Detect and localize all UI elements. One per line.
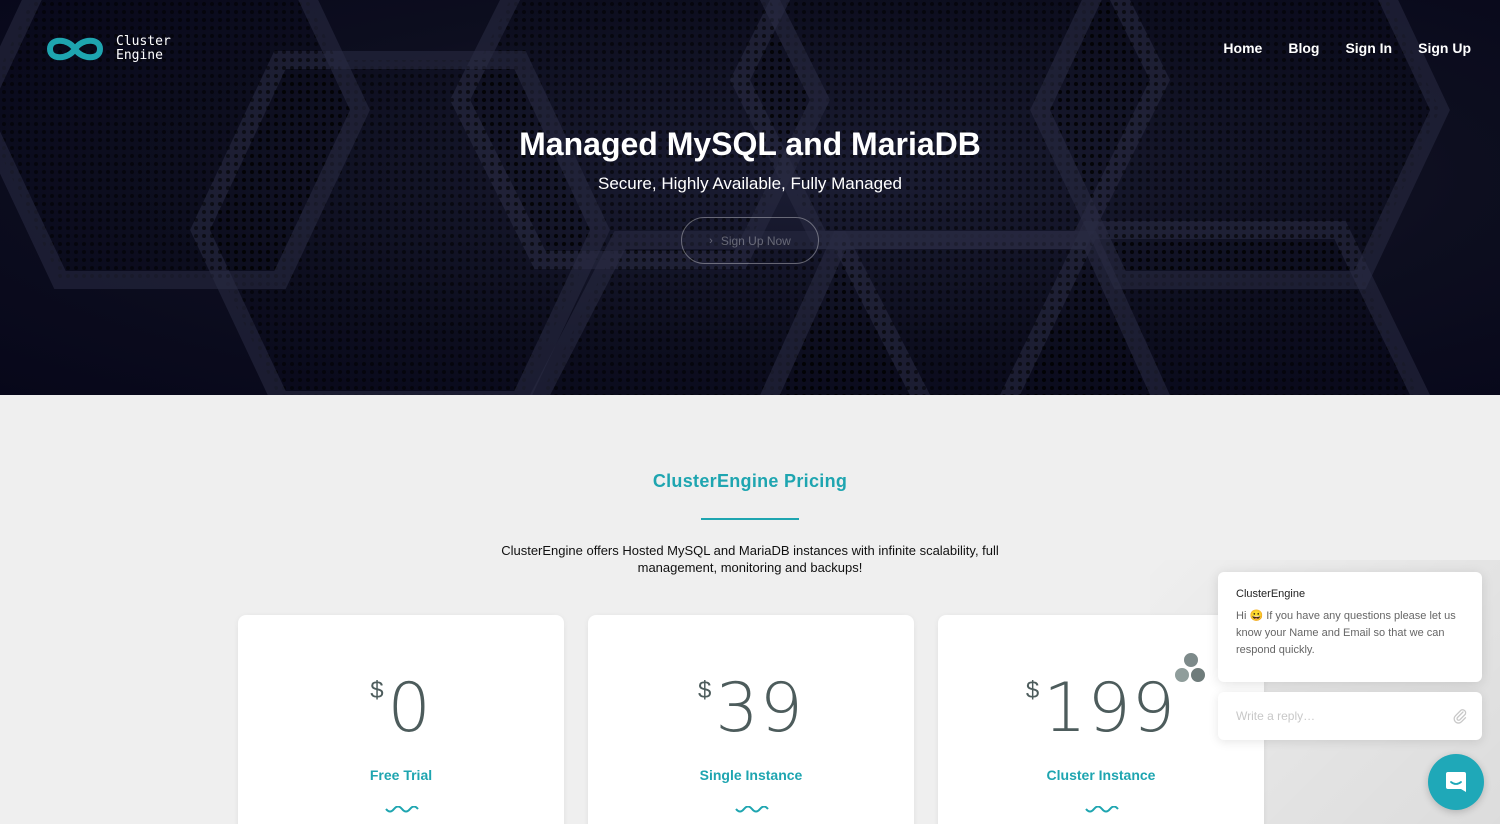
price: $ 0 <box>238 675 564 743</box>
sign-up-now-label: Sign Up Now <box>720 233 791 248</box>
pricing-title: ClusterEngine Pricing <box>652 471 848 491</box>
nav-sign-up-link[interactable]: Sign Up <box>1418 40 1471 56</box>
avatar <box>1190 667 1206 683</box>
avatar <box>1174 667 1190 683</box>
sign-up-now-button[interactable]: › Sign Up Now <box>681 217 819 264</box>
hexagon-background-pattern <box>0 0 1450 395</box>
chat-message-text: Hi 😀 If you have any questions please le… <box>1236 610 1456 656</box>
plan-name: Cluster Instance <box>1046 767 1156 783</box>
price-amount: 199 <box>1043 669 1177 748</box>
nav-sign-in-link[interactable]: Sign In <box>1345 40 1392 56</box>
chat-launcher-button[interactable] <box>1428 754 1484 810</box>
logo-wordmark: Cluster Engine <box>116 35 171 63</box>
price-amount: 0 <box>387 669 432 748</box>
chat-sender-name: ClusterEngine <box>1236 588 1306 600</box>
chat-bubble-icon <box>1446 772 1466 792</box>
chat-reply-input[interactable] <box>1236 709 1436 723</box>
pricing-card-single-instance: $ 39 Single Instance <box>588 615 914 824</box>
logo-line-1: Cluster <box>116 34 171 49</box>
wave-divider-icon <box>385 806 419 813</box>
plan-name: Single Instance <box>699 767 803 783</box>
currency-symbol: $ <box>370 677 384 704</box>
chevron-right-icon: › <box>709 234 713 247</box>
infinity-logo-icon <box>46 37 104 61</box>
price-amount: 39 <box>715 669 804 748</box>
price: $ 199 <box>938 675 1264 743</box>
wave-divider-icon <box>735 806 769 813</box>
main-nav: Home Blog Sign In Sign Up <box>1223 40 1471 56</box>
site-logo[interactable]: Cluster Engine <box>44 32 171 66</box>
hero-section: Cluster Engine Home Blog Sign In Sign Up… <box>0 0 1500 395</box>
nav-blog-link[interactable]: Blog <box>1288 40 1319 56</box>
hero-title: Managed MySQL and MariaDB <box>519 126 981 162</box>
chat-message-popup[interactable]: ClusterEngine Hi 😀 If you have any quest… <box>1218 572 1482 682</box>
hero-subtitle: Secure, Highly Available, Fully Managed <box>598 174 902 193</box>
support-team-avatars <box>1172 652 1210 688</box>
logo-line-2: Engine <box>116 48 163 63</box>
pricing-description: ClusterEngine offers Hosted MySQL and Ma… <box>501 543 999 575</box>
avatar <box>1183 652 1199 668</box>
nav-home-link[interactable]: Home <box>1223 40 1262 56</box>
pricing-card-free-trial: $ 0 Free Trial <box>238 615 564 824</box>
currency-symbol: $ <box>1025 677 1040 704</box>
currency-symbol: $ <box>698 677 712 704</box>
chat-reply-box <box>1218 692 1482 740</box>
paperclip-icon[interactable] <box>1452 708 1468 724</box>
pricing-card-cluster-instance: $ 199 Cluster Instance <box>938 615 1264 824</box>
wave-divider-icon <box>1085 806 1119 813</box>
plan-name: Free Trial <box>369 767 433 783</box>
price: $ 39 <box>588 675 914 743</box>
title-underline <box>701 518 799 520</box>
